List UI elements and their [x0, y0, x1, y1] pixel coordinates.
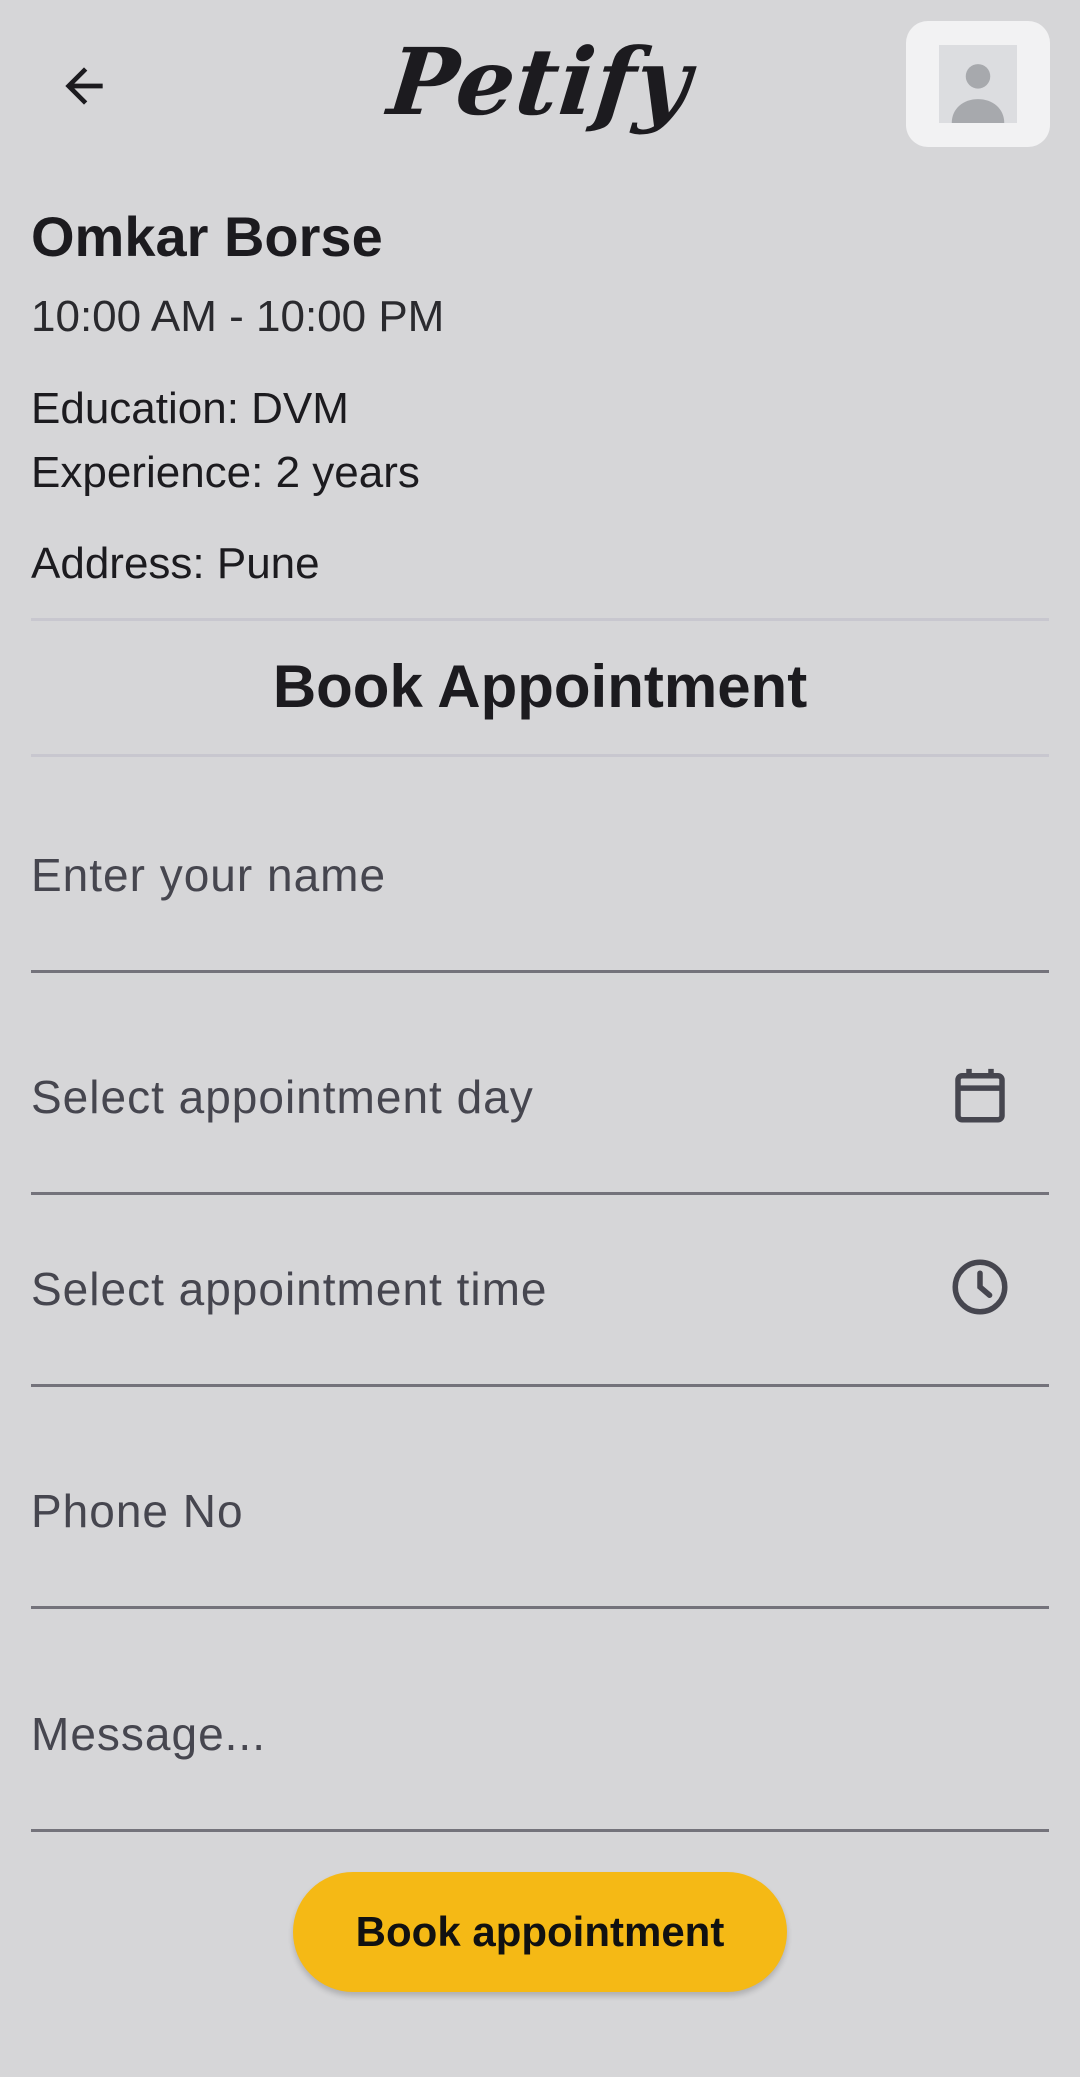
section-title: Book Appointment — [272, 653, 808, 720]
message-field-label: Message... — [31, 1708, 266, 1760]
clock-icon[interactable] — [947, 1254, 1013, 1320]
user-avatar-icon — [951, 64, 1005, 123]
name-field[interactable]: Enter your name — [31, 810, 1049, 973]
divider-top — [31, 618, 1049, 621]
doctor-name: Omkar Borse — [31, 205, 383, 268]
doctor-hours: 10:00 AM - 10:00 PM — [31, 292, 445, 341]
doctor-education: Education: DVM — [31, 384, 349, 433]
phone-field-label: Phone No — [31, 1485, 244, 1537]
appointment-time-label: Select appointment time — [31, 1263, 548, 1315]
appointment-day-field[interactable]: Select appointment day — [31, 1032, 1049, 1195]
profile-button[interactable] — [906, 21, 1050, 147]
avatar — [939, 45, 1017, 123]
doctor-address: Address: Pune — [31, 539, 320, 588]
appointment-time-field[interactable]: Select appointment time — [31, 1224, 1049, 1387]
phone-field[interactable]: Phone No — [31, 1446, 1049, 1609]
doctor-experience: Experience: 2 years — [31, 448, 420, 497]
calendar-icon[interactable] — [947, 1062, 1013, 1128]
divider-bottom — [31, 754, 1049, 757]
book-appointment-button[interactable]: Book appointment — [293, 1872, 787, 1992]
appointment-day-label: Select appointment day — [31, 1071, 534, 1123]
name-field-label: Enter your name — [31, 849, 387, 901]
message-field[interactable]: Message... — [31, 1669, 1049, 1832]
app-bar: Petify — [0, 0, 1080, 170]
